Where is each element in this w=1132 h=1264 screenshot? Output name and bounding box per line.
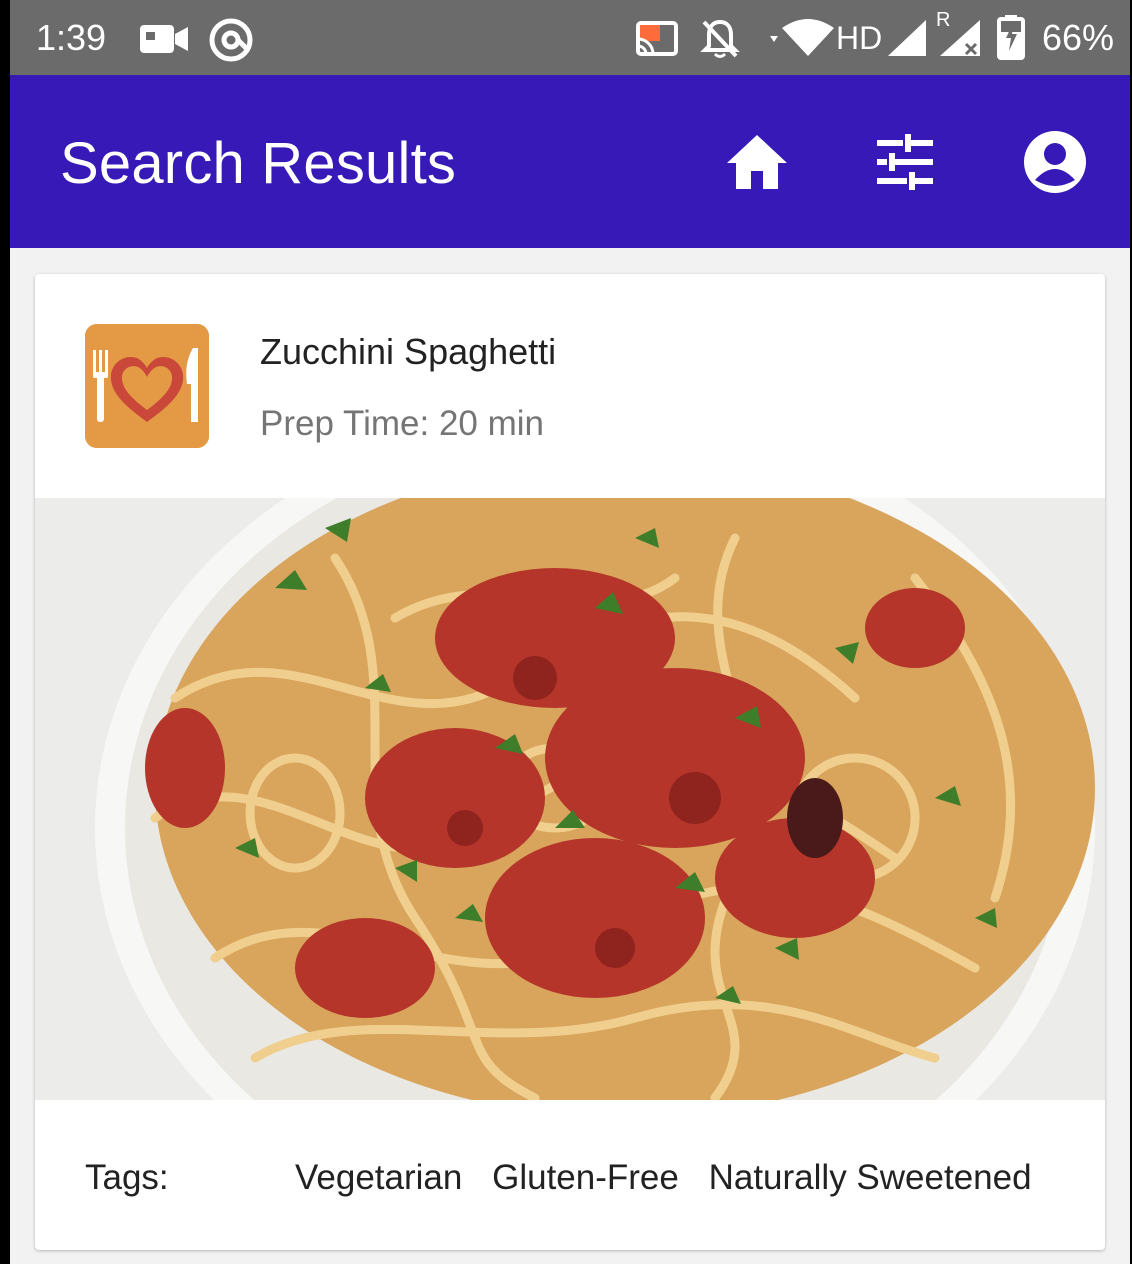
recipe-photo[interactable] (35, 498, 1105, 1100)
wifi-icon (770, 19, 834, 56)
home-icon (727, 135, 787, 189)
tag-vegetarian: Vegetarian (295, 1158, 463, 1197)
recipe-name: Zucchini Spaghetti (260, 331, 557, 372)
tag-gluten-free: Gluten-Free (492, 1158, 679, 1197)
at-sign-icon (209, 18, 253, 62)
hd-label: HD (836, 20, 883, 56)
battery-charging-icon (997, 15, 1025, 60)
cast-icon (636, 21, 678, 56)
tags-list: Vegetarian Gluten-Free Naturally Sweeten… (295, 1156, 1052, 1200)
prep-time: Prep Time: 20 min (260, 404, 544, 443)
account-button[interactable] (1020, 127, 1090, 197)
filter-button[interactable] (870, 127, 940, 197)
bell-off-icon (700, 19, 740, 58)
app-screen: 1:39 HD R 66% Search Results Zucchini Sp… (10, 0, 1130, 1264)
zucchini-spaghetti-photo (35, 498, 1105, 1100)
fork-heart-knife-icon (85, 324, 209, 448)
app-bar: Search Results (10, 75, 1130, 248)
status-bar: 1:39 HD R 66% (10, 0, 1130, 75)
tags-label: Tags: (85, 1158, 169, 1197)
recipe-card[interactable]: Zucchini Spaghetti Prep Time: 20 min Tag… (35, 274, 1105, 1250)
page-title: Search Results (60, 131, 457, 196)
status-time: 1:39 (36, 17, 107, 58)
tune-icon (877, 134, 933, 190)
roaming-signal-icon (940, 20, 980, 56)
signal-icon (888, 20, 926, 56)
battery-percent: 66% (1041, 17, 1114, 58)
home-button[interactable] (722, 127, 792, 197)
tag-naturally-sweetened: Naturally Sweetened (708, 1158, 1032, 1197)
video-camera-icon (140, 25, 188, 53)
account-icon (1024, 131, 1086, 193)
recipe-avatar (85, 324, 209, 448)
